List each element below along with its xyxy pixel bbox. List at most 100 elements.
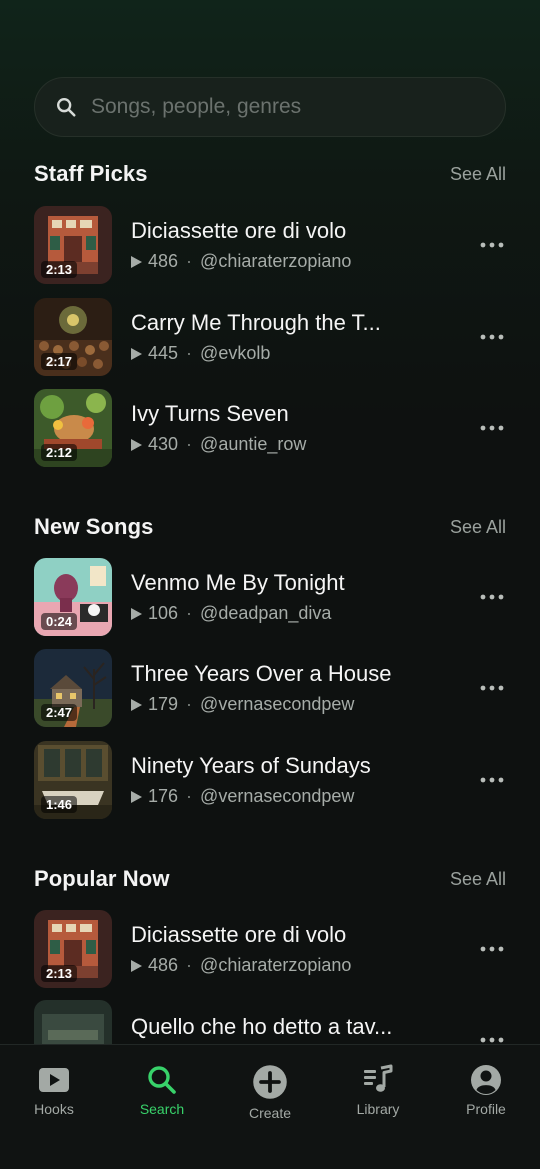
song-title: Diciassette ore di volo bbox=[131, 922, 347, 947]
play-count: 445 bbox=[148, 343, 179, 363]
song-title: Diciassette ore di volo bbox=[131, 218, 347, 243]
music-library-icon bbox=[364, 1064, 393, 1092]
song-artwork: 2:47 bbox=[34, 649, 112, 727]
duration-badge: 2:13 bbox=[41, 965, 78, 982]
section-title: Popular Now bbox=[34, 866, 170, 891]
play-count-icon bbox=[131, 607, 142, 620]
search-bar[interactable] bbox=[34, 77, 506, 137]
bottom-nav: Hooks Search Create Library Profile bbox=[0, 1044, 540, 1169]
play-count-icon bbox=[131, 347, 142, 360]
play-count: 179 bbox=[148, 694, 179, 714]
play-count: 106 bbox=[148, 603, 179, 623]
tab-library[interactable]: Library bbox=[324, 1045, 432, 1169]
song-title: Ninety Years of Sundays bbox=[131, 753, 371, 778]
separator-dot: · bbox=[186, 786, 193, 806]
separator-dot: · bbox=[186, 955, 193, 975]
play-count-icon bbox=[131, 790, 142, 803]
separator-dot: · bbox=[186, 343, 193, 363]
profile-icon bbox=[471, 1065, 501, 1095]
song-artwork: 2:13 bbox=[34, 206, 112, 284]
artist-handle[interactable]: @vernasecondpew bbox=[200, 694, 354, 715]
ellipsis-icon bbox=[480, 685, 504, 691]
song-row[interactable]: 0:24 Venmo Me By Tonight 106 · @deadpan_… bbox=[34, 557, 506, 637]
artist-handle[interactable]: @auntie_row bbox=[200, 434, 306, 455]
more-options-button[interactable] bbox=[472, 929, 512, 969]
see-all-button[interactable]: See All bbox=[450, 869, 506, 890]
song-title: Quello che ho detto a tav... bbox=[131, 1014, 393, 1039]
play-count: 430 bbox=[148, 434, 179, 454]
song-title: Three Years Over a House bbox=[131, 661, 392, 686]
play-count-icon bbox=[131, 438, 142, 451]
song-artwork: 2:13 bbox=[34, 910, 112, 988]
separator-dot: · bbox=[186, 694, 193, 714]
separator-dot: · bbox=[186, 603, 193, 623]
song-row[interactable]: 2:47 Three Years Over a House 179 · @ver… bbox=[34, 648, 506, 728]
section-title: Staff Picks bbox=[34, 161, 148, 186]
search-screen: Staff Picks See All 2:13 Diciassette ore… bbox=[0, 0, 540, 1169]
play-count: 486 bbox=[148, 955, 179, 975]
ellipsis-icon bbox=[480, 425, 504, 431]
play-square-icon bbox=[39, 1068, 69, 1092]
tab-profile[interactable]: Profile bbox=[432, 1045, 540, 1169]
tab-label: Search bbox=[139, 1101, 185, 1117]
separator-dot: · bbox=[186, 251, 193, 271]
song-title: Ivy Turns Seven bbox=[131, 401, 289, 426]
duration-badge: 1:46 bbox=[41, 796, 78, 813]
plus-circle-icon bbox=[253, 1065, 287, 1099]
song-artwork: 0:24 bbox=[34, 558, 112, 636]
ellipsis-icon bbox=[480, 1037, 504, 1043]
more-options-button[interactable] bbox=[472, 577, 512, 617]
play-count-icon bbox=[131, 255, 142, 268]
ellipsis-icon bbox=[480, 777, 504, 783]
duration-badge: 2:12 bbox=[41, 444, 78, 461]
more-options-button[interactable] bbox=[472, 317, 512, 357]
song-artwork: 1:46 bbox=[34, 741, 112, 819]
section-title: New Songs bbox=[34, 514, 154, 539]
song-row[interactable]: 2:12 Ivy Turns Seven 430 · @auntie_row bbox=[34, 388, 506, 468]
artist-handle[interactable]: @chiaraterzopiano bbox=[200, 251, 351, 272]
play-count-icon bbox=[131, 698, 142, 711]
song-artwork: 2:17 bbox=[34, 298, 112, 376]
ellipsis-icon bbox=[480, 594, 504, 600]
artist-handle[interactable]: @vernasecondpew bbox=[200, 786, 354, 807]
staff-picks-header: Staff Picks See All bbox=[34, 159, 506, 189]
more-options-button[interactable] bbox=[472, 668, 512, 708]
search-icon bbox=[148, 1066, 176, 1094]
duration-badge: 2:47 bbox=[41, 704, 78, 721]
tab-label: Profile bbox=[466, 1101, 506, 1117]
popular-now-header: Popular Now See All bbox=[34, 864, 506, 894]
song-artwork: 2:12 bbox=[34, 389, 112, 467]
play-count: 486 bbox=[148, 251, 179, 271]
search-input[interactable] bbox=[91, 95, 505, 119]
duration-badge: 2:17 bbox=[41, 353, 78, 370]
separator-dot: · bbox=[186, 434, 193, 454]
tab-create[interactable]: Create bbox=[216, 1045, 324, 1169]
play-count: 176 bbox=[148, 786, 179, 806]
ellipsis-icon bbox=[480, 334, 504, 340]
artist-handle[interactable]: @deadpan_diva bbox=[200, 603, 331, 624]
see-all-button[interactable]: See All bbox=[450, 164, 506, 185]
tab-label: Create bbox=[248, 1105, 292, 1121]
more-options-button[interactable] bbox=[472, 760, 512, 800]
song-row[interactable]: 2:13 Diciassette ore di volo 486 · @chia… bbox=[34, 909, 506, 989]
new-songs-header: New Songs See All bbox=[34, 512, 506, 542]
song-row[interactable]: 2:17 Carry Me Through the T... 445 · @ev… bbox=[34, 297, 506, 377]
tab-label: Library bbox=[356, 1101, 400, 1117]
artist-handle[interactable]: @evkolb bbox=[200, 343, 270, 364]
song-row[interactable]: 2:13 Diciassette ore di volo 486 · @chia… bbox=[34, 205, 506, 285]
tab-hooks[interactable]: Hooks bbox=[0, 1045, 108, 1169]
tab-search[interactable]: Search bbox=[108, 1045, 216, 1169]
see-all-button[interactable]: See All bbox=[450, 517, 506, 538]
song-title: Venmo Me By Tonight bbox=[131, 570, 345, 595]
more-options-button[interactable] bbox=[472, 408, 512, 448]
ellipsis-icon bbox=[480, 242, 504, 248]
song-title: Carry Me Through the T... bbox=[131, 310, 381, 335]
artist-handle[interactable]: @chiaraterzopiano bbox=[200, 955, 351, 976]
search-icon bbox=[57, 98, 76, 117]
play-count-icon bbox=[131, 959, 142, 972]
song-row[interactable]: 1:46 Ninety Years of Sundays 176 · @vern… bbox=[34, 740, 506, 820]
more-options-button[interactable] bbox=[472, 225, 512, 265]
tab-label: Hooks bbox=[34, 1101, 74, 1117]
ellipsis-icon bbox=[480, 946, 504, 952]
duration-badge: 0:24 bbox=[41, 613, 78, 630]
